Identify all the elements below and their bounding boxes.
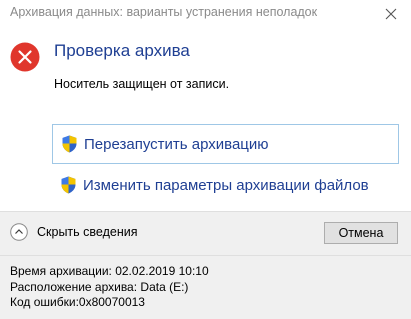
uac-shield-icon [62,135,77,153]
error-message: Носитель защищен от записи. [54,77,230,91]
details-divider [0,255,411,256]
cancel-button[interactable]: Отмена [324,222,398,244]
change-backup-settings-label: Изменить параметры архивации файлов [83,176,369,194]
title-bar: Архивация данных: варианты устранения не… [0,0,411,28]
error-code: Код ошибки:0x80070013 [10,295,145,309]
close-button[interactable] [371,0,411,28]
chevron-up-icon [10,223,28,241]
details-panel: Время архивации: 02.02.2019 10:10 Распол… [10,264,209,311]
restart-backup-label: Перезапустить архивацию [84,135,269,153]
close-icon [385,8,397,20]
main-instruction-heading: Проверка архива [54,41,190,60]
backup-location: Расположение архива: Data (E:) [10,279,189,294]
backup-time: Время архивации: 02.02.2019 10:10 [10,264,209,278]
footer-area: Скрыть сведения Отмена Время архивации: … [0,212,411,319]
hide-details-toggle[interactable]: Скрыть сведения [10,223,137,241]
error-icon [10,42,40,72]
hide-details-label: Скрыть сведения [37,225,138,239]
restart-backup-link[interactable]: Перезапустить архивацию [52,124,399,164]
change-backup-settings-link[interactable]: Изменить параметры архивации файлов [52,167,399,203]
uac-shield-icon [61,176,76,194]
window-title: Архивация данных: варианты устранения не… [10,5,318,19]
